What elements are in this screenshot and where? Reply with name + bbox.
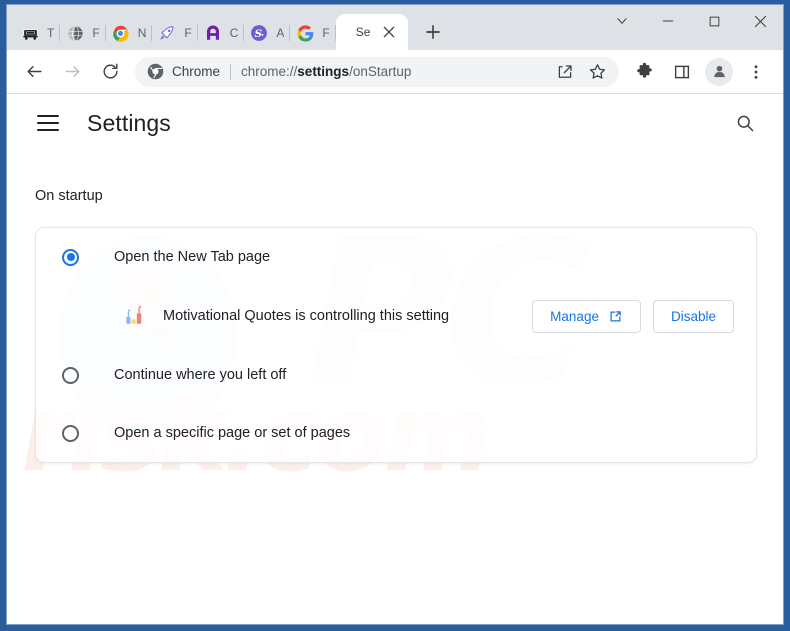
radio-button[interactable] <box>62 424 79 442</box>
svg-text:S: S <box>255 28 263 40</box>
tab-truck[interactable]: T <box>15 16 61 50</box>
side-panel-icon <box>674 65 690 78</box>
minimize-button[interactable] <box>645 5 691 37</box>
browser-window: T F N F C S A F Se Chrome chrome://setti… <box>6 4 784 625</box>
extension-notice-buttons: Manage Disable <box>532 299 734 333</box>
omnibox-chip-label: Chrome <box>172 64 221 79</box>
tab-settings[interactable]: Se <box>335 14 409 50</box>
omnibox-chrome-chip: Chrome <box>147 63 220 80</box>
omnibox-divider <box>230 63 232 80</box>
bookmark-button[interactable] <box>583 58 611 86</box>
letter-a-icon <box>204 24 222 42</box>
tab-label: T <box>47 26 55 40</box>
extension-notice-text: Motivational Quotes is controlling this … <box>163 308 450 324</box>
settings-page: PC risk.com Settings On startup Open the <box>7 94 783 624</box>
option-open-new-tab-page[interactable]: Open the New Tab page <box>36 228 756 286</box>
browser-toolbar: Chrome chrome://settings/onStartup <box>7 50 783 94</box>
url-prefix: chrome:// <box>241 64 298 79</box>
on-startup-card: Open the New Tab page Motivational Quote… <box>35 227 757 463</box>
tab-strip: T F N F C S A F Se <box>7 5 783 50</box>
tab-rocket[interactable]: F <box>152 16 198 50</box>
extension-controlling-notice: Motivational Quotes is controlling this … <box>36 286 756 346</box>
tab-label: F <box>92 26 100 40</box>
puzzle-icon <box>636 62 652 78</box>
extensions-button[interactable] <box>628 56 660 88</box>
new-tab-button[interactable] <box>418 17 448 47</box>
reload-button[interactable] <box>94 56 126 88</box>
search-icon <box>737 115 754 132</box>
chrome-icon <box>112 24 130 42</box>
close-icon[interactable] <box>380 23 398 41</box>
arrow-left-icon <box>26 66 42 77</box>
hamburger-line <box>37 129 59 131</box>
url-host: settings <box>297 64 350 79</box>
manage-button[interactable]: Manage <box>532 299 641 333</box>
tab-label: A <box>276 26 285 40</box>
back-button[interactable] <box>18 56 50 88</box>
tab-label: N <box>137 26 147 40</box>
tab-label: F <box>322 26 330 40</box>
option-label: Continue where you left off <box>114 367 287 383</box>
external-link-icon <box>608 309 623 324</box>
rocket-icon <box>158 24 176 42</box>
chevron-down-icon <box>617 18 627 24</box>
section-label-on-startup: On startup <box>35 188 103 204</box>
chrome-icon <box>147 63 164 80</box>
hamburger-line <box>37 122 59 124</box>
settings-header: Settings <box>7 94 783 152</box>
window-controls <box>599 5 783 50</box>
chrome-menu-button[interactable] <box>740 56 772 88</box>
search-settings-button[interactable] <box>729 107 761 139</box>
star-icon <box>589 64 605 79</box>
page-title: Settings <box>87 109 171 136</box>
hamburger-icon[interactable] <box>37 111 61 135</box>
radio-button[interactable] <box>62 366 79 384</box>
motivational-quotes-extension-icon <box>124 305 146 327</box>
tab-s-badge[interactable]: S A <box>244 16 291 50</box>
forward-button[interactable] <box>56 56 88 88</box>
maximize-button[interactable] <box>691 5 737 37</box>
tab-search-button[interactable] <box>599 5 645 37</box>
plus-icon <box>426 25 441 39</box>
manage-button-label: Manage <box>550 308 599 324</box>
tab-letter-a[interactable]: C <box>198 16 245 50</box>
profile-button[interactable] <box>705 57 733 86</box>
tab-chrome[interactable]: N <box>106 16 153 50</box>
close-button[interactable] <box>737 5 783 37</box>
address-bar[interactable]: Chrome chrome://settings/onStartup <box>135 56 619 87</box>
truck-icon <box>21 24 39 42</box>
radio-button-selected[interactable] <box>62 248 79 266</box>
tab-label: C <box>229 26 239 40</box>
disable-button-label: Disable <box>670 308 716 324</box>
option-label: Open a specific page or set of pages <box>114 425 351 441</box>
three-dots-icon <box>754 64 758 79</box>
google-icon <box>296 24 314 42</box>
share-icon <box>558 64 572 78</box>
omnibox-actions <box>549 58 613 86</box>
minimize-icon <box>662 20 674 22</box>
hamburger-line <box>37 115 59 117</box>
disable-button[interactable]: Disable <box>652 299 734 333</box>
s-badge-icon: S <box>250 24 268 42</box>
option-continue-where-left-off[interactable]: Continue where you left off <box>36 346 756 404</box>
reload-icon <box>102 63 118 79</box>
arrow-right-icon <box>64 66 80 77</box>
person-icon <box>713 65 725 78</box>
tab-label: F <box>184 26 192 40</box>
tab-globe[interactable]: F <box>60 16 106 50</box>
share-button[interactable] <box>551 58 579 86</box>
close-icon <box>754 15 766 27</box>
side-panel-button[interactable] <box>666 56 698 88</box>
option-open-specific-pages[interactable]: Open a specific page or set of pages <box>36 404 756 462</box>
globe-icon <box>66 24 84 42</box>
tab-label: Se <box>355 25 371 39</box>
tab-google[interactable]: F <box>290 16 336 50</box>
option-label: Open the New Tab page <box>114 249 271 265</box>
maximize-icon <box>709 16 719 26</box>
omnibox-url[interactable]: chrome://settings/onStartup <box>241 64 549 79</box>
url-path: /onStartup <box>349 64 412 79</box>
